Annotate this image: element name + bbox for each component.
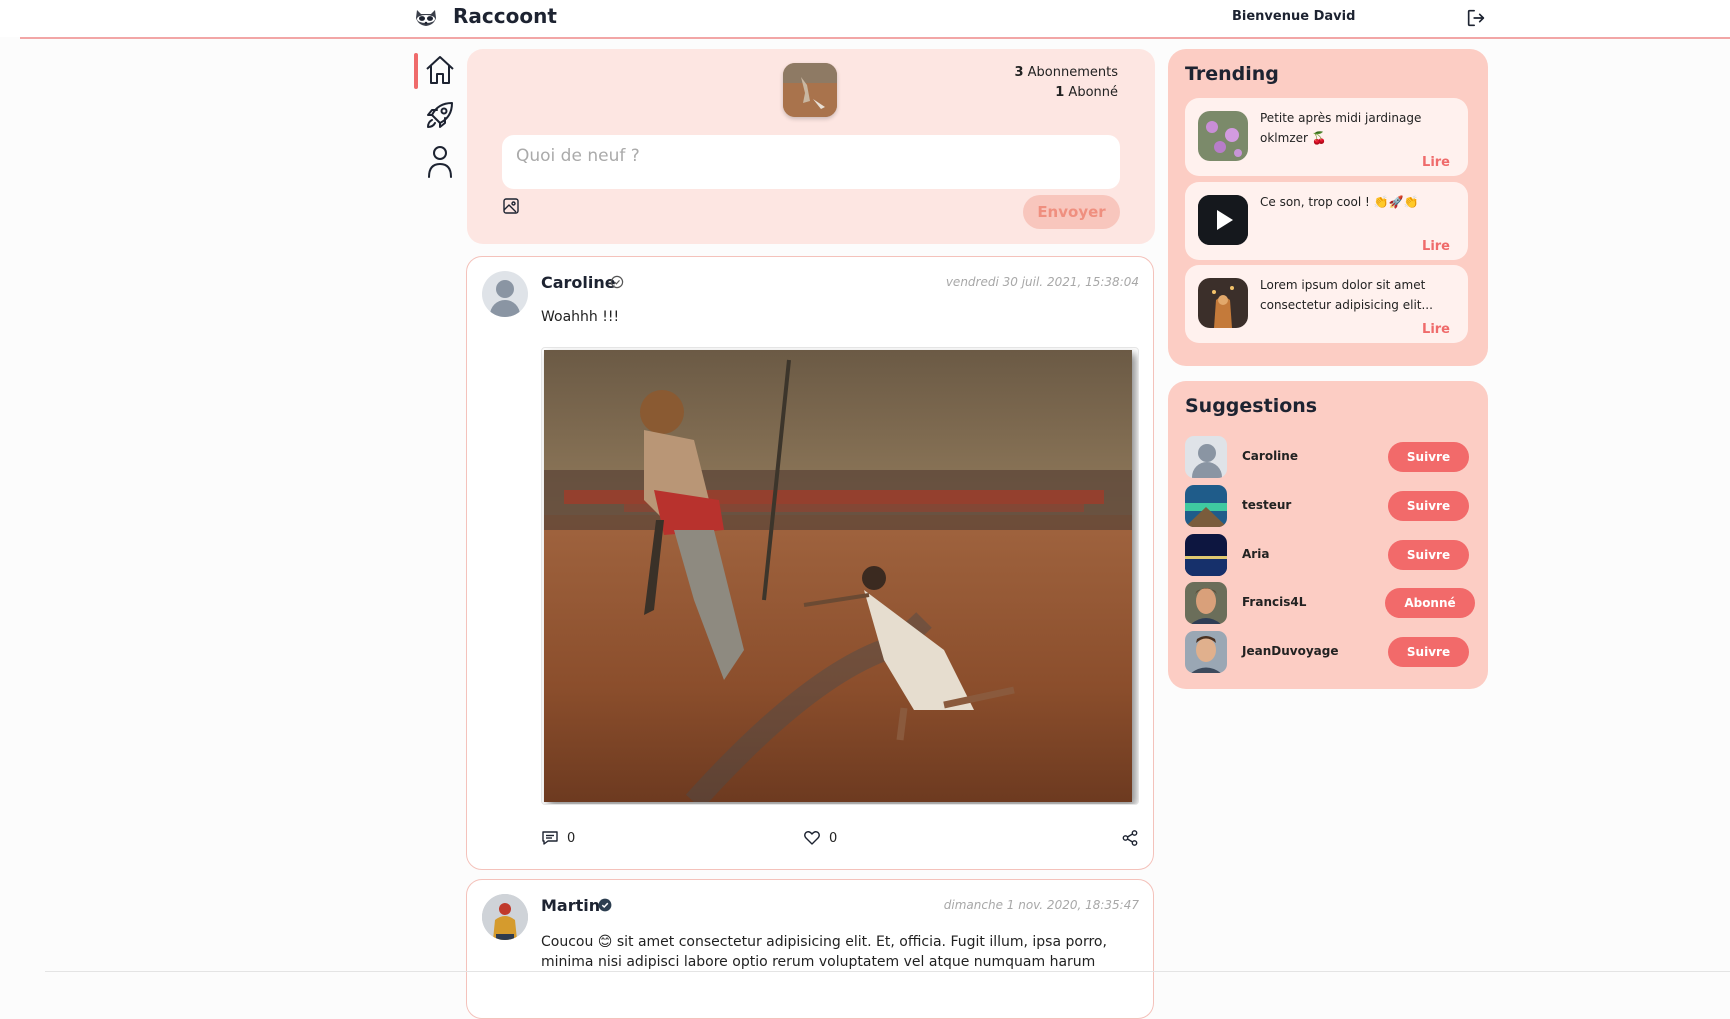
verified-outline-icon <box>610 275 624 289</box>
post-text: Woahhh !!! <box>541 309 620 325</box>
play-thumbnail <box>1198 195 1248 245</box>
trending-panel: Trending Petite après midi jardinage okl… <box>1168 49 1488 366</box>
avatar[interactable] <box>1185 534 1227 576</box>
share-icon <box>1122 830 1138 846</box>
comment-button[interactable]: 0 <box>541 829 575 847</box>
nav-item-profile[interactable] <box>423 144 457 178</box>
read-link[interactable]: Lire <box>1422 155 1450 170</box>
post-author[interactable]: Caroline <box>541 273 616 292</box>
trending-thumbnail <box>1198 111 1248 161</box>
trending-text: Lorem ipsum dolor sit amet consectetur a… <box>1260 278 1433 312</box>
suggestion-name[interactable]: Caroline <box>1242 449 1298 463</box>
unfollow-button[interactable]: Abonné <box>1385 588 1475 618</box>
post-image[interactable] <box>541 347 1139 805</box>
user-icon <box>428 146 452 178</box>
suggestion-item: Caroline Suivre <box>1185 436 1475 480</box>
header-divider <box>20 37 1730 39</box>
avatar[interactable] <box>482 271 528 317</box>
suggestion-item: Aria Suivre <box>1185 534 1475 578</box>
like-button[interactable]: 0 <box>803 829 837 847</box>
post-date: dimanche 1 nov. 2020, 18:35:47 <box>943 898 1139 912</box>
suggestion-name[interactable]: Francis4L <box>1242 595 1306 609</box>
avatar[interactable] <box>1185 485 1227 527</box>
post-card: Martin dimanche 1 nov. 2020, 18:35:47 Co… <box>466 879 1154 1019</box>
trending-text: Petite après midi jardinage oklmzer 🍒 <box>1260 111 1422 145</box>
read-link[interactable]: Lire <box>1422 239 1450 254</box>
send-button[interactable]: Envoyer <box>1023 195 1120 229</box>
heart-icon <box>804 831 820 845</box>
suggestion-item: testeur Suivre <box>1185 485 1475 529</box>
trending-title: Trending <box>1185 63 1279 85</box>
home-icon <box>426 56 454 84</box>
avatar[interactable] <box>482 894 528 940</box>
top-bar: Raccoont Bienvenue David <box>0 0 1730 37</box>
trending-thumbnail <box>1198 278 1248 328</box>
bottom-divider <box>45 971 1730 972</box>
post-input[interactable] <box>502 135 1120 189</box>
read-link[interactable]: Lire <box>1422 322 1450 337</box>
like-count: 0 <box>829 830 838 846</box>
trending-item[interactable]: Ce son, trop cool ! 👏🚀👏 Lire <box>1185 182 1468 260</box>
follow-button[interactable]: Suivre <box>1388 540 1469 570</box>
comment-count: 0 <box>567 830 576 846</box>
follow-button[interactable]: Suivre <box>1388 442 1469 472</box>
suggestion-name[interactable]: Aria <box>1242 547 1269 561</box>
followers-count[interactable]: 1 Abonné <box>1014 83 1118 103</box>
play-icon <box>1198 195 1248 245</box>
share-button[interactable] <box>1121 829 1139 847</box>
suggestion-name[interactable]: testeur <box>1242 498 1291 512</box>
post-author[interactable]: Martin <box>541 896 600 915</box>
follow-stats: 3 Abonnements 1 Abonné <box>1014 63 1118 103</box>
nav-item-home[interactable] <box>423 53 457 87</box>
brand-name[interactable]: Raccoont <box>453 4 557 28</box>
post-card: Caroline vendredi 30 juil. 2021, 15:38:0… <box>466 256 1154 870</box>
follow-button[interactable]: Suivre <box>1388 491 1469 521</box>
comment-icon <box>542 831 558 845</box>
trending-text: Ce son, trop cool ! 👏🚀👏 <box>1260 195 1419 209</box>
follow-button[interactable]: Suivre <box>1388 637 1469 667</box>
avatar[interactable] <box>1185 631 1227 673</box>
post-actions: 0 0 <box>541 829 1141 851</box>
nav-item-explore[interactable] <box>423 98 457 132</box>
current-user-avatar[interactable] <box>783 63 837 117</box>
avatar[interactable] <box>1185 436 1227 478</box>
raccoon-icon <box>416 10 436 26</box>
verified-badge-icon <box>598 898 612 912</box>
post-date: vendredi 30 juil. 2021, 15:38:04 <box>945 275 1139 289</box>
trending-item[interactable]: Lorem ipsum dolor sit amet consectetur a… <box>1185 265 1468 343</box>
following-count[interactable]: 3 Abonnements <box>1014 63 1118 83</box>
logout-icon[interactable] <box>1465 7 1487 29</box>
image-icon[interactable] <box>502 197 520 215</box>
suggestion-item: JeanDuvoyage Suivre <box>1185 631 1475 675</box>
avatar[interactable] <box>1185 582 1227 624</box>
post-text: Coucou 😊 sit amet consectetur adipisicin… <box>541 934 1107 970</box>
trending-item[interactable]: Petite après midi jardinage oklmzer 🍒 Li… <box>1185 98 1468 176</box>
suggestions-panel: Suggestions Caroline Suivre testeur Suiv… <box>1168 381 1488 689</box>
welcome-text: Bienvenue David <box>1232 9 1356 24</box>
post-composer: 3 Abonnements 1 Abonné Envoyer <box>467 49 1155 244</box>
nav-active-indicator <box>414 53 418 89</box>
suggestion-name[interactable]: JeanDuvoyage <box>1242 644 1338 658</box>
suggestion-item: Francis4L Abonné <box>1185 582 1475 626</box>
suggestions-title: Suggestions <box>1185 395 1318 417</box>
rocket-icon <box>427 102 453 128</box>
